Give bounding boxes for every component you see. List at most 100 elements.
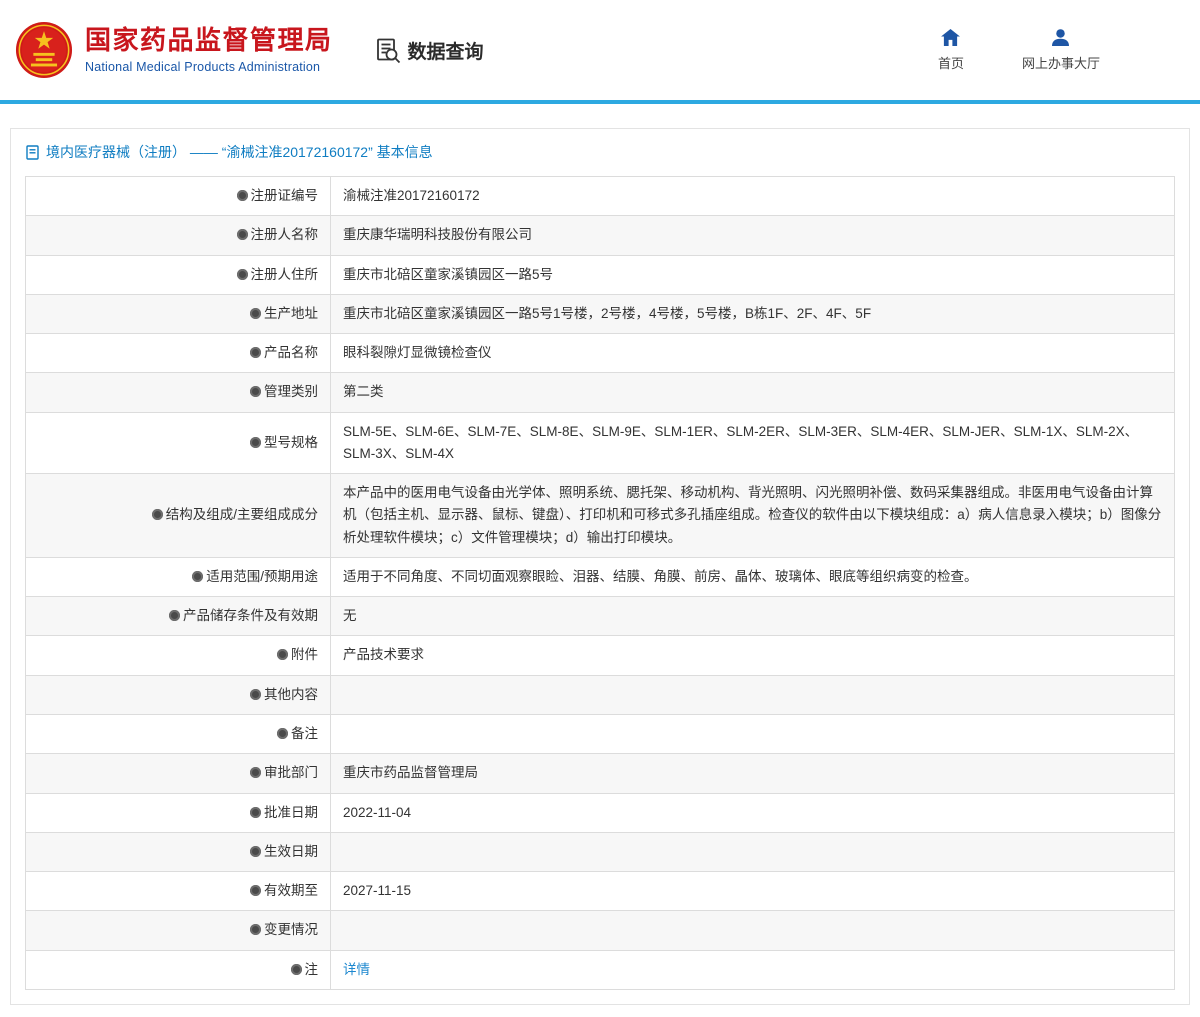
row-value: 重庆康华瑞明科技股份有限公司 [331, 216, 1175, 255]
row-label: 注册证编号 [251, 188, 319, 203]
page-document-icon [26, 145, 39, 160]
page-title: 境内医疗器械（注册） —— “渝械注准20172160172” 基本信息 [46, 142, 433, 162]
row-label: 审批部门 [264, 765, 318, 780]
row-value: 产品技术要求 [331, 636, 1175, 675]
note-icon [250, 885, 261, 896]
row-value: 无 [331, 597, 1175, 636]
row-value: 渝械注准20172160172 [331, 177, 1175, 216]
row-label: 生产地址 [264, 306, 318, 321]
row-label-cell: 有效期至 [26, 872, 331, 911]
nav-service-hall[interactable]: 网上办事大厅 [1022, 29, 1100, 72]
row-label-cell: 管理类别 [26, 373, 331, 412]
note-icon [169, 610, 180, 621]
row-label-cell: 备注 [26, 714, 331, 753]
table-row: 注 详情 [26, 950, 1175, 989]
site-header: 国家药品监督管理局 National Medical Products Admi… [0, 0, 1200, 100]
content-box: 境内医疗器械（注册） —— “渝械注准20172160172” 基本信息 注册证… [10, 128, 1190, 1005]
nav-home-label: 首页 [938, 53, 964, 72]
row-label: 结构及组成/主要组成成分 [166, 507, 318, 522]
row-label-cell: 型号规格 [26, 412, 331, 474]
table-row: 其他内容 [26, 675, 1175, 714]
row-label-cell: 结构及组成/主要组成成分 [26, 474, 331, 558]
row-label: 产品储存条件及有效期 [183, 608, 318, 623]
row-label-cell: 审批部门 [26, 754, 331, 793]
table-row: 生效日期 [26, 832, 1175, 871]
table-row: 变更情况 [26, 911, 1175, 950]
org-name-cn: 国家药品监督管理局 [85, 26, 333, 56]
table-row: 管理类别 第二类 [26, 373, 1175, 412]
row-value [331, 714, 1175, 753]
row-label-cell: 注册人住所 [26, 255, 331, 294]
row-value [331, 832, 1175, 871]
detail-table-body: 注册证编号 渝械注准20172160172 注册人名称 重庆康华瑞明科技股份有限… [26, 177, 1175, 990]
note-icon [250, 767, 261, 778]
data-query-label: 数据查询 [408, 37, 484, 64]
table-row: 注册人住所 重庆市北碚区童家溪镇园区一路5号 [26, 255, 1175, 294]
row-label-cell: 生效日期 [26, 832, 331, 871]
row-value: SLM-5E、SLM-6E、SLM-7E、SLM-8E、SLM-9E、SLM-1… [331, 412, 1175, 474]
row-value: 重庆市北碚区童家溪镇园区一路5号 [331, 255, 1175, 294]
table-row: 注册人名称 重庆康华瑞明科技股份有限公司 [26, 216, 1175, 255]
page-title-bar: 境内医疗器械（注册） —— “渝械注准20172160172” 基本信息 [11, 129, 1189, 174]
note-icon [250, 386, 261, 397]
home-icon [941, 29, 960, 46]
row-value: 适用于不同角度、不同切面观察眼睑、泪器、结膜、角膜、前房、晶体、玻璃体、眼底等组… [331, 557, 1175, 596]
row-label: 备注 [291, 726, 318, 741]
main-content: 境内医疗器械（注册） —— “渝械注准20172160172” 基本信息 注册证… [0, 104, 1200, 1017]
header-nav: 首页 网上办事大厅 [938, 29, 1180, 72]
row-label-cell: 注册证编号 [26, 177, 331, 216]
note-icon [250, 347, 261, 358]
row-label-cell: 产品名称 [26, 334, 331, 373]
national-emblem-icon [15, 21, 73, 79]
org-name-en: National Medical Products Administration [85, 60, 333, 74]
detail-link[interactable]: 详情 [343, 962, 370, 977]
note-icon [277, 649, 288, 660]
row-label: 适用范围/预期用途 [206, 569, 318, 584]
row-label: 变更情况 [264, 922, 318, 937]
row-label-cell: 变更情况 [26, 911, 331, 950]
table-row: 生产地址 重庆市北碚区童家溪镇园区一路5号1号楼，2号楼，4号楼，5号楼，B栋1… [26, 294, 1175, 333]
nav-service-hall-label: 网上办事大厅 [1022, 53, 1100, 72]
table-row: 注册证编号 渝械注准20172160172 [26, 177, 1175, 216]
row-value: 重庆市药品监督管理局 [331, 754, 1175, 793]
row-label: 产品名称 [264, 345, 318, 360]
row-label: 注册人名称 [251, 227, 319, 242]
row-value: 眼科裂隙灯显微镜检查仪 [331, 334, 1175, 373]
table-row: 产品储存条件及有效期 无 [26, 597, 1175, 636]
note-icon [237, 269, 248, 280]
table-row: 批准日期 2022-11-04 [26, 793, 1175, 832]
row-label-cell: 生产地址 [26, 294, 331, 333]
row-value: 第二类 [331, 373, 1175, 412]
note-icon [250, 689, 261, 700]
note-icon [152, 509, 163, 520]
row-label-cell: 适用范围/预期用途 [26, 557, 331, 596]
row-label-cell: 产品储存条件及有效期 [26, 597, 331, 636]
note-icon [250, 846, 261, 857]
row-value: 本产品中的医用电气设备由光学体、照明系统、腮托架、移动机构、背光照明、闪光照明补… [331, 474, 1175, 558]
row-label: 批准日期 [264, 805, 318, 820]
table-row: 附件 产品技术要求 [26, 636, 1175, 675]
table-row: 型号规格 SLM-5E、SLM-6E、SLM-7E、SLM-8E、SLM-9E、… [26, 412, 1175, 474]
row-value: 详情 [331, 950, 1175, 989]
table-row: 结构及组成/主要组成成分 本产品中的医用电气设备由光学体、照明系统、腮托架、移动… [26, 474, 1175, 558]
data-query-section[interactable]: 数据查询 [375, 37, 484, 64]
row-value [331, 911, 1175, 950]
row-label-cell: 注册人名称 [26, 216, 331, 255]
note-icon [237, 229, 248, 240]
org-names: 国家药品监督管理局 National Medical Products Admi… [85, 26, 333, 74]
detail-table: 注册证编号 渝械注准20172160172 注册人名称 重庆康华瑞明科技股份有限… [25, 176, 1175, 990]
nmpa-logo[interactable]: 国家药品监督管理局 National Medical Products Admi… [15, 21, 333, 79]
row-label: 附件 [291, 647, 318, 662]
note-icon [192, 571, 203, 582]
table-row: 审批部门 重庆市药品监督管理局 [26, 754, 1175, 793]
row-label-cell: 批准日期 [26, 793, 331, 832]
nav-home[interactable]: 首页 [938, 29, 964, 72]
note-icon [250, 807, 261, 818]
note-icon [237, 190, 248, 201]
row-label: 注 [305, 962, 319, 977]
row-label: 其他内容 [264, 687, 318, 702]
note-icon [291, 964, 302, 975]
row-label: 有效期至 [264, 883, 318, 898]
person-icon [1051, 29, 1070, 46]
document-search-icon [375, 37, 402, 64]
